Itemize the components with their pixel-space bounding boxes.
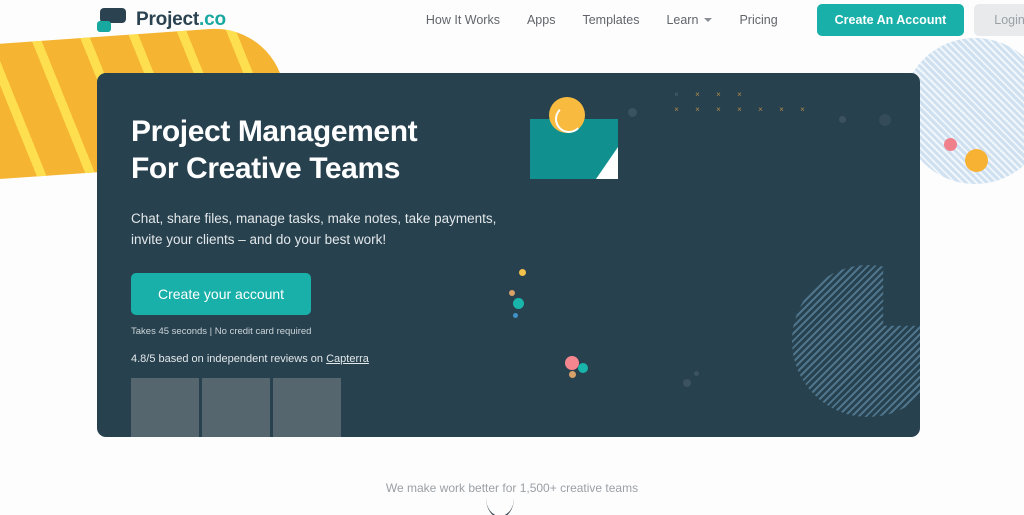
hero-subheadline: Chat, share files, manage tasks, make no… xyxy=(131,210,497,247)
x-marks-pattern: × × × × × × × × × × × xyxy=(672,91,807,121)
scroll-indicator-icon xyxy=(486,498,514,515)
nav-label: Apps xyxy=(526,13,556,27)
logo-text-main: Project xyxy=(136,9,200,30)
page-root: Project.co How It Works Apps Templates L… xyxy=(0,0,1024,515)
x-marks-row: × × × × × × × xyxy=(672,106,807,114)
white-ring-graphic xyxy=(555,105,583,133)
quarter-circle-stripes xyxy=(792,265,920,417)
blue-circle-stripes xyxy=(902,38,1024,184)
client-logo-placeholder xyxy=(131,377,199,437)
nav-item-pricing[interactable]: Pricing xyxy=(739,13,777,27)
x-mark-icon: × xyxy=(695,90,700,99)
striped-quarter-circle-decoration xyxy=(792,265,920,417)
login-button[interactable]: Login xyxy=(974,4,1024,36)
chevron-down-icon xyxy=(704,18,713,22)
nav-label: Learn xyxy=(666,13,699,27)
nav-label: How It Works xyxy=(425,13,500,27)
create-account-button[interactable]: Create An Account xyxy=(816,4,965,36)
dot-teal-2 xyxy=(578,363,588,373)
dot-tan-2 xyxy=(569,371,576,378)
hero-card: × × × × × × × × × × × Project Management… xyxy=(97,73,920,437)
logo-wordmark: Project.co xyxy=(136,9,226,31)
dot-pink xyxy=(565,356,579,370)
pink-dot-decoration xyxy=(944,138,957,151)
x-mark-icon: × xyxy=(737,105,742,114)
hero-signup-note: Takes 45 seconds | No credit card requir… xyxy=(131,325,312,337)
client-logo-strip xyxy=(131,377,531,437)
capterra-link[interactable]: Capterra xyxy=(326,353,369,365)
hero-content: Project Management For Creative Teams Ch… xyxy=(131,114,531,437)
header-actions: Create An Account Login xyxy=(816,4,1024,36)
nav-item-learn[interactable]: Learn xyxy=(666,13,713,27)
dot-grey-1 xyxy=(683,379,691,387)
x-mark-icon: × xyxy=(674,90,679,99)
dot-grey-3 xyxy=(839,116,846,123)
x-mark-icon: × xyxy=(737,90,742,99)
nav-item-apps[interactable]: Apps xyxy=(527,13,556,27)
blue-striped-circle-decoration xyxy=(902,38,1024,184)
client-logo-placeholder xyxy=(202,377,270,437)
x-mark-icon: × xyxy=(758,105,763,114)
nav-item-templates[interactable]: Templates xyxy=(582,13,639,27)
logo-tab-shape xyxy=(97,21,111,32)
site-header: Project.co How It Works Apps Templates L… xyxy=(0,0,1024,40)
nav-item-how-it-works[interactable]: How It Works xyxy=(426,13,500,27)
x-mark-icon: × xyxy=(695,105,700,114)
orange-dot-decoration xyxy=(965,149,988,172)
x-mark-icon: × xyxy=(779,105,784,114)
logo-text-accent: .co xyxy=(199,9,226,30)
nav-label: Pricing xyxy=(739,13,778,27)
footer-tagline: We make work better for 1,500+ creative … xyxy=(385,481,639,495)
hero-create-account-button[interactable]: Create your account xyxy=(131,272,312,315)
x-mark-icon: × xyxy=(800,105,805,114)
dot-grey-2 xyxy=(694,371,699,376)
x-mark-icon: × xyxy=(716,105,721,114)
x-mark-icon: × xyxy=(716,90,721,99)
grey-dot-graphic xyxy=(628,108,637,117)
x-mark-icon: × xyxy=(674,105,679,114)
site-logo[interactable]: Project.co xyxy=(97,7,226,33)
x-marks-row: × × × × xyxy=(672,91,807,99)
main-navigation: How It Works Apps Templates Learn Pricin… xyxy=(426,13,778,27)
project-logo-icon xyxy=(97,7,127,33)
rating-text: 4.8/5 based on independent reviews on xyxy=(131,352,327,365)
nav-label: Templates xyxy=(582,13,640,27)
client-logo-placeholder xyxy=(273,377,341,437)
hero-headline: Project Management For Creative Teams xyxy=(131,115,418,185)
dot-grey-4 xyxy=(879,114,891,126)
hero-rating-line: 4.8/5 based on independent reviews on Ca… xyxy=(131,353,531,365)
